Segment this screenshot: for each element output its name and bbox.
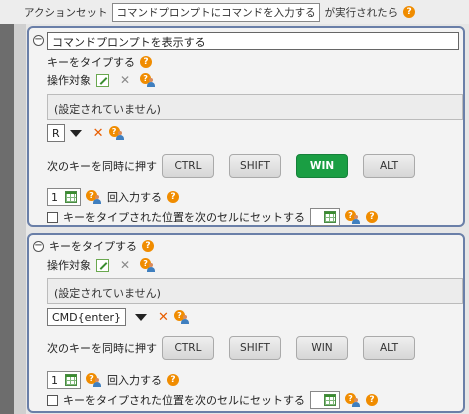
modifier-row: 次のキーを同時に押す CTRL SHIFT WIN ALT	[47, 336, 415, 360]
repeat-row: 1 ? 回入力する ?	[47, 371, 179, 389]
set-cell-checkbox[interactable]	[47, 394, 58, 406]
help-icon[interactable]: ?	[366, 394, 378, 406]
repeat-count-input[interactable]: 1	[47, 188, 81, 206]
dropdown-arrow-icon[interactable]	[134, 313, 147, 321]
win-button[interactable]: WIN	[296, 336, 348, 360]
cell-grid-icon[interactable]	[324, 394, 336, 406]
person-help-icon[interactable]: ?	[108, 126, 125, 140]
person-help-icon[interactable]: ?	[86, 190, 102, 204]
target-row: 操作対象 ✕ ?	[47, 72, 156, 88]
command-title-input[interactable]: コマンドプロンプトを表示する	[47, 32, 459, 50]
person-help-icon[interactable]: ?	[345, 210, 361, 224]
cell-grid-icon[interactable]	[324, 211, 336, 223]
person-help-icon[interactable]: ?	[140, 73, 156, 87]
section-title-row: − キーをタイプする ?	[33, 238, 154, 254]
left-rail-inner	[14, 24, 26, 414]
help-icon[interactable]: ?	[366, 211, 378, 223]
cell-grid-icon[interactable]	[65, 374, 77, 386]
edit-target-icon[interactable]	[96, 73, 109, 87]
shift-button[interactable]: SHIFT	[229, 336, 281, 360]
delete-icon[interactable]: ✕	[93, 126, 104, 141]
help-icon[interactable]: ?	[167, 374, 179, 386]
clear-icon[interactable]: ✕	[120, 258, 130, 272]
win-button[interactable]: WIN	[296, 154, 348, 178]
repeat-label: 回入力する	[107, 374, 162, 387]
set-cell-label: キーをタイプされた位置を次のセルにセットする	[63, 394, 305, 407]
section-title: キーをタイプする	[49, 240, 137, 253]
key-row: CMD{enter} ✕ ?	[47, 308, 190, 326]
repeat-count-input[interactable]: 1	[47, 371, 81, 389]
section-title: キーをタイプする	[47, 56, 135, 69]
left-rail	[0, 24, 14, 414]
shift-button[interactable]: SHIFT	[229, 154, 281, 178]
set-cell-input[interactable]	[310, 391, 340, 409]
key-row: R ✕ ?	[47, 124, 125, 142]
command-block-1: − コマンドプロンプトを表示する キーをタイプする ? 操作対象 ✕ ? (設定…	[27, 26, 465, 227]
modifier-label: 次のキーを同時に押す	[47, 160, 157, 173]
person-help-icon[interactable]: ?	[140, 258, 156, 272]
key-input[interactable]: R	[47, 124, 65, 142]
ctrl-button[interactable]: CTRL	[162, 154, 214, 178]
minus-collapse-icon[interactable]: −	[33, 35, 44, 46]
set-cell-label: キーをタイプされた位置を次のセルにセットする	[63, 211, 305, 224]
cell-grid-icon[interactable]	[65, 191, 77, 203]
target-value-box[interactable]: (設定されていません)	[47, 278, 463, 304]
delete-icon[interactable]: ✕	[158, 310, 169, 325]
alt-button[interactable]: ALT	[363, 154, 415, 178]
key-input[interactable]: CMD{enter}	[47, 308, 126, 326]
help-icon[interactable]: ?	[167, 191, 179, 203]
set-cell-row: キーをタイプされた位置を次のセルにセットする ? ?	[47, 391, 378, 409]
action-set-header: アクションセット コマンドプロンプトにコマンドを入力する が実行されたら ?	[0, 0, 469, 24]
modifier-label: 次のキーを同時に押す	[47, 342, 157, 355]
repeat-row: 1 ? 回入力する ?	[47, 188, 179, 206]
help-icon[interactable]: ?	[140, 56, 152, 68]
modifier-row: 次のキーを同時に押す CTRL SHIFT WIN ALT	[47, 154, 415, 178]
set-cell-checkbox[interactable]	[47, 211, 58, 223]
target-label: 操作対象	[47, 74, 91, 87]
set-cell-row: キーをタイプされた位置を次のセルにセットする ? ?	[47, 208, 378, 226]
person-help-icon[interactable]: ?	[86, 373, 102, 387]
target-value-box[interactable]: (設定されていません)	[47, 94, 463, 120]
set-cell-input[interactable]	[310, 208, 340, 226]
person-help-icon[interactable]: ?	[173, 310, 190, 324]
minus-collapse-icon[interactable]: −	[33, 240, 44, 252]
dropdown-arrow-icon[interactable]	[69, 129, 82, 137]
header-suffix: が実行されたら	[324, 6, 399, 19]
help-icon[interactable]: ?	[403, 6, 416, 18]
edit-target-icon[interactable]	[96, 258, 109, 272]
header-prefix: アクションセット	[24, 6, 108, 19]
alt-button[interactable]: ALT	[363, 336, 415, 360]
help-icon[interactable]: ?	[142, 240, 154, 252]
section-title-row: キーをタイプする ?	[47, 54, 152, 70]
ctrl-button[interactable]: CTRL	[162, 336, 214, 360]
repeat-label: 回入力する	[107, 191, 162, 204]
action-set-name[interactable]: コマンドプロンプトにコマンドを入力する	[112, 2, 320, 22]
clear-icon[interactable]: ✕	[120, 73, 130, 87]
target-row: 操作対象 ✕ ?	[47, 257, 156, 273]
person-help-icon[interactable]: ?	[345, 393, 361, 407]
target-label: 操作対象	[47, 259, 91, 272]
command-block-2: − キーをタイプする ? 操作対象 ✕ ? (設定されていません) CMD{en…	[27, 233, 465, 413]
